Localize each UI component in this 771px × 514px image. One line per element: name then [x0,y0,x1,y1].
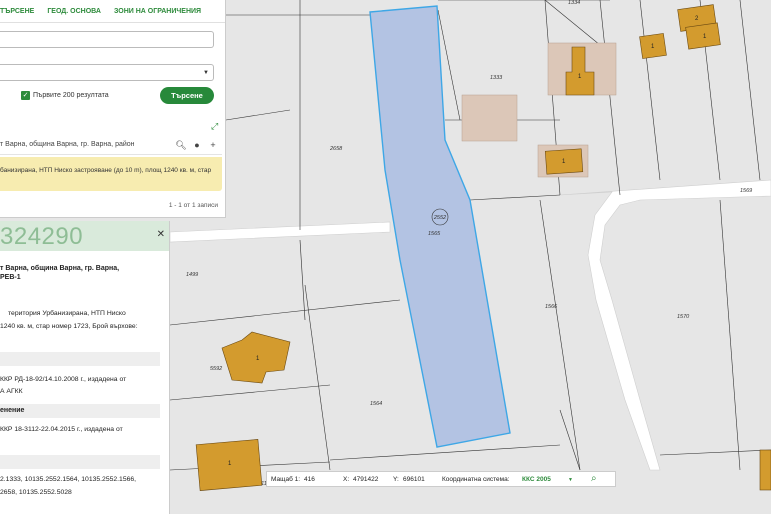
map-viewer: 2552 1334 1333 2658 1499 5592 1565 1566 … [0,0,771,514]
y-label: Y: [393,476,399,483]
location-row: т Варна, община Варна, гр. Варна, район … [0,137,222,155]
chevron-down-icon: ▼ [203,70,209,76]
crs-label: Координатна система: [442,476,510,483]
first-200-checkbox[interactable]: ✓ [21,91,30,100]
search-icon[interactable]: 🔍︎ [175,139,187,151]
status-bar: Мащаб 1: 416 X: 4791422 Y: 696101 Коорди… [266,471,616,487]
parcel-label-1334: 1334 [568,0,580,6]
tab-restriction-zones[interactable]: ЗОНИ НА ОГРАНИЧЕНИЯ [114,8,201,15]
result-text: банизирана, НТП Ниско застрояване (до 10… [0,167,212,174]
tab-geod-base[interactable]: ГЕОД. ОСНОВА [47,8,101,15]
plus-icon[interactable]: + [207,139,219,151]
result-item[interactable]: банизирана, НТП Ниско застрояване (до 10… [0,157,222,191]
parcel-id: 324290 [0,223,84,250]
section-bar [0,352,160,366]
desc-line1: територия Урбанизирана, НТП Ниско [8,310,126,317]
search-input[interactable] [0,31,214,48]
order2-line1: ККР 18-3112-22.04.2015 г., издадена от [0,426,123,433]
parcel-label-1566: 1566 [545,304,558,310]
tab-bar: ТЪРСЕНЕ ГЕОД. ОСНОВА ЗОНИ НА ОГРАНИЧЕНИЯ [0,8,214,15]
section-heading: енение [0,407,25,414]
neighbors-line2: 2658, 10135.2552.5028 [0,489,72,496]
circle-label: 2552 [433,215,446,221]
tab-search[interactable]: ТЪРСЕНЕ [0,8,34,15]
close-icon[interactable]: ✕ [157,229,165,240]
x-label: X: [343,476,350,483]
result-count: 1 - 1 от 1 записи [168,202,218,209]
parcel-label-1564: 1564 [370,401,382,407]
parcel-label-1333: 1333 [490,75,503,81]
info-icon[interactable]: ● [191,139,203,151]
search-button[interactable]: Търсене [160,87,214,104]
parcel-label-1569: 1569 [740,188,752,194]
section-bar [0,455,160,469]
scale-value[interactable]: 416 [304,476,315,483]
parcel-label-5592: 5592 [210,366,222,372]
address-line1: т Варна, община Варна, гр. Варна, [0,265,120,272]
neighbors-line1: 2.1333, 10135.2552.1564, 10135.2552.1566… [0,476,137,483]
parcel-label-1570: 1570 [677,314,690,320]
address-line2: РЕВ-1 [0,274,21,281]
scale-label: Мащаб 1: [271,476,301,483]
divider [0,22,225,23]
location-text: т Варна, община Варна, гр. Варна, район [0,141,135,148]
crs-select[interactable]: ККС 2005 [522,476,551,483]
expand-icon[interactable]: ⤢ [211,121,218,132]
type-select[interactable]: ▼ [0,64,214,81]
parcel-label-1499: 1499 [186,272,198,278]
x-value: 4791422 [353,476,379,483]
search-panel: ТЪРСЕНЕ ГЕОД. ОСНОВА ЗОНИ НА ОГРАНИЧЕНИЯ… [0,0,226,218]
parcel-label-1565: 1565 [428,231,441,237]
y-value: 696101 [403,476,425,483]
details-panel: 324290 ✕ т Варна, община Варна, гр. Варн… [0,221,170,514]
parcel-label-2658: 2658 [329,146,343,152]
order1-line1: ККР РД-18-92/14.10.2008 г., издадена от [0,376,127,383]
search-icon[interactable]: ⌕ [591,473,597,484]
checkbox-label: Първите 200 резултата [33,92,109,99]
chevron-down-icon[interactable]: ▼ [568,477,573,483]
desc-line2: 1240 кв. м, стар номер 1723, Брой върхов… [0,323,138,330]
details-header: 324290 ✕ [0,221,169,251]
order1-line2: А АГКК [0,388,23,395]
